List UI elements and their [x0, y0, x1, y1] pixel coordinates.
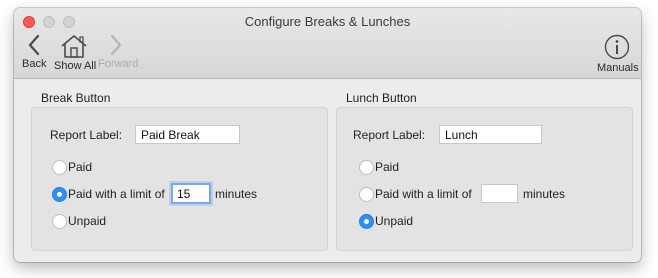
break-settings-group: Report Label: Paid Paid with a limit of … — [31, 107, 328, 251]
break-minutes-label: minutes — [215, 187, 258, 201]
home-icon — [61, 35, 87, 58]
lunch-paid-limit-label: Paid with a limit of — [375, 187, 472, 201]
forward-label: Forward — [98, 58, 139, 70]
break-paid-limit-radio[interactable] — [52, 187, 67, 202]
lunch-settings-group: Report Label: Paid Paid with a limit of … — [336, 107, 633, 251]
lunch-panel-title: Lunch Button — [346, 91, 417, 105]
info-icon — [604, 34, 630, 60]
lunch-paid-limit-radio[interactable] — [359, 187, 374, 202]
break-paid-label: Paid — [68, 160, 93, 174]
lunch-report-label-caption: Report Label: — [353, 128, 426, 142]
manuals-label: Manuals — [597, 62, 639, 74]
lunch-button-panel: Lunch Button Report Label: Paid Paid wit… — [336, 83, 633, 262]
window-title: Configure Breaks & Lunches — [244, 14, 411, 29]
lunch-limit-minutes-input[interactable] — [481, 184, 518, 203]
forward-button[interactable]: Forward — [98, 34, 139, 70]
lunch-paid-label: Paid — [375, 160, 400, 174]
break-panel-title: Break Button — [41, 91, 111, 105]
break-paid-limit-label: Paid with a limit of — [68, 187, 165, 201]
lunch-report-label-input[interactable] — [439, 125, 542, 144]
titlebar: Configure Breaks & Lunches Back Show All… — [14, 8, 641, 79]
break-report-label-caption: Report Label: — [50, 128, 123, 142]
break-unpaid-radio[interactable] — [52, 214, 67, 229]
lunch-unpaid-label: Unpaid — [375, 214, 414, 228]
lunch-unpaid-radio[interactable] — [359, 214, 374, 229]
break-paid-radio[interactable] — [52, 160, 67, 175]
break-unpaid-label: Unpaid — [68, 214, 107, 228]
manuals-button[interactable]: Manuals — [597, 34, 639, 74]
break-report-label-input[interactable] — [135, 125, 240, 144]
break-button-panel: Break Button Report Label: Paid Paid wit… — [31, 83, 328, 262]
back-button[interactable]: Back — [22, 34, 46, 70]
break-limit-minutes-input[interactable] — [171, 183, 211, 204]
lunch-paid-radio[interactable] — [359, 160, 374, 175]
lunch-minutes-label: minutes — [523, 187, 566, 201]
show-all-button[interactable]: Show All — [54, 34, 97, 72]
show-all-label: Show All — [54, 60, 97, 72]
configure-window: Configure Breaks & Lunches Back Show All… — [14, 8, 641, 262]
back-label: Back — [22, 58, 47, 70]
chevron-right-icon — [110, 34, 122, 56]
chevron-left-icon — [28, 34, 40, 56]
